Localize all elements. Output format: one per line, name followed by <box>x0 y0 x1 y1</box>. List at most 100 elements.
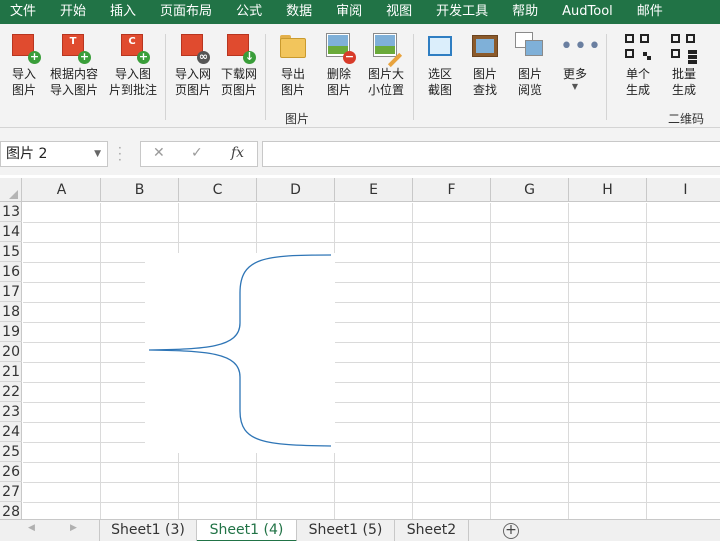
picture-browse-label: 图片 阅览 <box>517 67 542 97</box>
formula-input[interactable] <box>262 141 720 167</box>
ribbon-separator <box>606 34 607 120</box>
import-by-content-icon-letter: T <box>69 36 77 47</box>
import-web-picture-icon: ∞ <box>178 32 210 64</box>
sheet-tab-bar: ◀ ▶ Sheet1 (3) Sheet1 (4) Sheet1 (5) She… <box>0 519 720 541</box>
more-button[interactable]: ••• 更多 ▼ <box>551 32 601 112</box>
row-header[interactable]: 14 <box>0 222 22 242</box>
chevron-down-icon[interactable]: ▼ <box>94 142 101 166</box>
row-header[interactable]: 20 <box>0 342 22 362</box>
import-web-picture-button[interactable]: ∞ 导入网 页图片 <box>169 32 217 112</box>
picture-browse-button[interactable]: 图片 阅览 <box>506 32 554 112</box>
menu-tab-review[interactable]: 审阅 <box>324 0 374 24</box>
menu-tab-help[interactable]: 帮助 <box>500 0 550 24</box>
enter-icon[interactable]: ✓ <box>191 145 203 161</box>
splitter-handle-icon[interactable]: · · · <box>118 142 122 166</box>
cell-area[interactable] <box>23 203 720 519</box>
row-header[interactable]: 21 <box>0 362 22 382</box>
row-header[interactable]: 26 <box>0 462 22 482</box>
cancel-icon[interactable]: ✕ <box>153 145 165 161</box>
ribbon-separator <box>413 34 414 120</box>
picture-size-position-label: 图片大 小位置 <box>367 67 404 97</box>
column-header-g[interactable]: G <box>491 178 569 202</box>
selection-screenshot-label: 选区 截图 <box>427 67 452 97</box>
import-web-picture-label: 导入网 页图片 <box>174 67 211 97</box>
sheet-tab[interactable]: Sheet2 <box>395 520 469 541</box>
picture-find-label: 图片 查找 <box>472 67 497 97</box>
qr-single-button[interactable]: 单个 生成 <box>614 32 662 112</box>
export-picture-button[interactable]: 导出 图片 <box>269 32 317 112</box>
menu-tab-data[interactable]: 数据 <box>274 0 324 24</box>
import-to-comment-button[interactable]: C + 导入图 片到批注 <box>106 32 160 112</box>
spreadsheet-grid: A B C D E F G H I 13 14 15 16 17 18 19 2… <box>0 178 720 519</box>
delete-picture-button[interactable]: − 删除 图片 <box>315 32 363 112</box>
scroll-right-icon[interactable]: ▶ <box>70 523 77 533</box>
qr-single-icon <box>623 32 653 62</box>
insert-function-icon[interactable]: fx <box>231 145 244 161</box>
row-header[interactable]: 19 <box>0 322 22 342</box>
sheet-tab[interactable]: Sheet1 (5) <box>297 520 395 541</box>
menu-tab-file[interactable]: 文件 <box>0 0 48 24</box>
formula-buttons: ✕ ✓ fx <box>140 141 258 167</box>
qr-batch-button[interactable]: 批量 生成 <box>660 32 708 112</box>
ribbon-group-qrcode-label: 二维码 <box>668 112 705 126</box>
import-picture-button[interactable]: + 导入 图片 <box>0 32 48 112</box>
import-by-content-label: 根据内容 导入图片 <box>49 67 98 97</box>
column-header-bar: A B C D E F G H I <box>0 178 720 202</box>
download-web-picture-icon: ↓ <box>224 32 256 64</box>
row-header[interactable]: 13 <box>0 202 22 222</box>
row-header[interactable]: 17 <box>0 282 22 302</box>
name-box-value: 图片 2 <box>6 146 48 162</box>
selection-screenshot-button[interactable]: 选区 截图 <box>416 32 464 112</box>
export-picture-icon <box>278 32 308 62</box>
column-header-c[interactable]: C <box>179 178 257 202</box>
column-header-e[interactable]: E <box>335 178 413 202</box>
delete-picture-icon: − <box>324 32 356 64</box>
import-by-content-icon: T + <box>59 32 91 64</box>
name-box[interactable]: 图片 2 ▼ <box>0 141 108 167</box>
column-header-d[interactable]: D <box>257 178 335 202</box>
row-header[interactable]: 23 <box>0 402 22 422</box>
select-all-button[interactable] <box>0 178 22 202</box>
import-picture-label: 导入 图片 <box>11 67 36 97</box>
import-to-comment-icon: C + <box>118 32 150 64</box>
delete-picture-label: 删除 图片 <box>326 67 351 97</box>
column-header-a[interactable]: A <box>23 178 101 202</box>
ribbon-separator <box>165 34 166 120</box>
import-to-comment-icon-letter: C <box>128 36 136 47</box>
import-by-content-button[interactable]: T + 根据内容 导入图片 <box>46 32 102 112</box>
column-header-b[interactable]: B <box>101 178 179 202</box>
menu-tab-page-layout[interactable]: 页面布局 <box>148 0 224 24</box>
qr-single-label: 单个 生成 <box>625 67 650 97</box>
row-header[interactable]: 18 <box>0 302 22 322</box>
export-picture-label: 导出 图片 <box>280 67 305 97</box>
column-header-f[interactable]: F <box>413 178 491 202</box>
menu-tab-formulas[interactable]: 公式 <box>224 0 274 24</box>
column-header-i[interactable]: I <box>647 178 720 202</box>
sheet-tab-active[interactable]: Sheet1 (4) <box>197 520 297 541</box>
menu-tab-view[interactable]: 视图 <box>374 0 424 24</box>
formula-bar: 图片 2 ▼ · · · ✕ ✓ fx <box>0 128 720 175</box>
sheet-tab[interactable]: Sheet1 (3) <box>99 520 197 541</box>
download-web-picture-button[interactable]: ↓ 下载网 页图片 <box>215 32 263 112</box>
left-brace-shape[interactable] <box>145 253 335 453</box>
import-to-comment-label: 导入图 片到批注 <box>108 67 157 97</box>
row-header[interactable]: 22 <box>0 382 22 402</box>
menu-tab-developer[interactable]: 开发工具 <box>424 0 500 24</box>
row-header[interactable]: 27 <box>0 482 22 502</box>
menu-tab-insert[interactable]: 插入 <box>98 0 148 24</box>
row-header[interactable]: 28 <box>0 502 22 519</box>
row-header[interactable]: 15 <box>0 242 22 262</box>
picture-size-position-button[interactable]: 图片大 小位置 <box>361 32 411 112</box>
row-header[interactable]: 16 <box>0 262 22 282</box>
menu-tab-audtool[interactable]: AudTool <box>550 0 625 24</box>
row-header[interactable]: 24 <box>0 422 22 442</box>
picture-find-button[interactable]: 图片 查找 <box>461 32 509 112</box>
scroll-left-icon[interactable]: ◀ <box>28 523 35 533</box>
add-sheet-button[interactable]: + <box>503 523 519 539</box>
menu-tab-home[interactable]: 开始 <box>48 0 98 24</box>
row-header[interactable]: 25 <box>0 442 22 462</box>
picture-browse-icon <box>515 32 545 62</box>
menu-tab-mail[interactable]: 邮件 <box>625 0 675 24</box>
column-header-h[interactable]: H <box>569 178 647 202</box>
more-label: 更多 <box>562 67 587 81</box>
